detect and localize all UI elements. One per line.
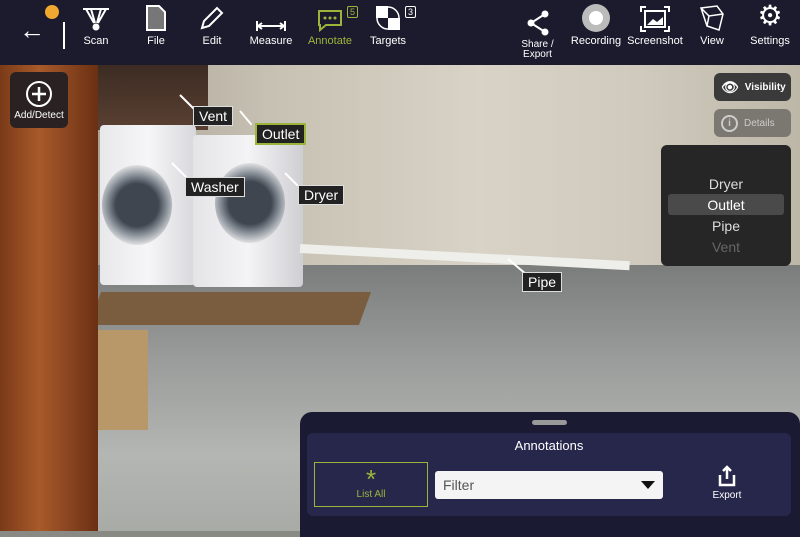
plus-circle-icon <box>26 80 52 107</box>
settings-label: Settings <box>750 35 790 47</box>
rug <box>88 292 372 325</box>
measure-button[interactable]: Measure <box>246 0 296 65</box>
picker-item-vent[interactable]: Vent <box>661 239 791 255</box>
annotation-dryer[interactable]: Dryer <box>298 185 345 205</box>
export-label: Export <box>712 490 742 501</box>
toolbar: ← Scan File Edit Measure Annotate 5 Targ… <box>0 0 800 65</box>
picker-item-pipe[interactable]: Pipe <box>661 218 791 234</box>
gear-icon: ⚙ <box>757 0 783 31</box>
upload-icon <box>718 465 736 487</box>
target-icon <box>374 0 402 36</box>
view-button[interactable]: View <box>692 0 732 65</box>
share-export-button[interactable]: Share / Export <box>515 0 560 65</box>
add-detect-label: Add/Detect <box>14 109 64 121</box>
picker-item-dryer[interactable]: Dryer <box>661 176 791 192</box>
share-icon <box>526 0 550 40</box>
divider <box>63 22 65 49</box>
status-dot <box>45 5 59 19</box>
pencil-icon <box>198 0 226 36</box>
targets-count-badge: 3 <box>405 6 417 18</box>
scan-label: Scan <box>83 35 109 47</box>
visibility-label: Visibility <box>744 81 786 93</box>
edit-label: Edit <box>202 35 222 47</box>
screenshot-icon <box>640 0 670 36</box>
targets-label: Targets <box>369 35 407 47</box>
visibility-button[interactable]: 👁 Visibility <box>714 73 791 101</box>
dropdown-arrow-icon <box>641 481 655 489</box>
file-button[interactable]: File <box>136 0 176 65</box>
measure-icon <box>256 0 286 36</box>
arrow-left-icon: ← <box>19 15 45 45</box>
screenshot-button[interactable]: Screenshot <box>627 0 683 65</box>
scan-button[interactable]: Scan <box>76 0 116 65</box>
annotate-label: Annotate <box>307 35 353 47</box>
edit-button[interactable]: Edit <box>192 0 232 65</box>
washer-model <box>100 125 196 285</box>
annotation-vent[interactable]: Vent <box>193 106 234 126</box>
filter-placeholder: Filter <box>443 477 475 493</box>
annotation-pipe[interactable]: Pipe <box>522 272 563 292</box>
share-export-label: Share / Export <box>521 39 554 60</box>
record-icon <box>582 0 610 36</box>
drag-handle[interactable] <box>532 420 567 425</box>
list-all-button[interactable]: * List All <box>314 462 428 507</box>
asterisk-icon: * <box>365 464 377 494</box>
file-label: File <box>147 35 165 47</box>
dryer-model <box>193 135 303 287</box>
filter-dropdown[interactable]: Filter <box>435 471 663 499</box>
recording-label: Recording <box>570 35 622 47</box>
details-button[interactable]: i Details <box>714 109 791 137</box>
annotation-outlet[interactable]: Outlet <box>255 123 307 145</box>
view-label: View <box>700 35 724 47</box>
annotation-washer[interactable]: Washer <box>185 177 245 197</box>
targets-button[interactable]: Targets <box>366 0 410 65</box>
scan-icon <box>81 0 111 36</box>
file-icon <box>145 0 167 36</box>
annotations-panel: Annotations * List All Filter Export <box>300 412 800 537</box>
floor-tile <box>98 330 148 430</box>
annotations-panel-body: Annotations * List All Filter Export <box>307 433 791 516</box>
annotation-picker[interactable]: Dryer Outlet Pipe Vent <box>661 145 791 266</box>
info-icon: i <box>721 114 738 132</box>
measure-label: Measure <box>249 35 293 47</box>
shelf <box>98 60 208 130</box>
dryer-door <box>215 163 285 243</box>
list-all-label: List All <box>356 489 386 500</box>
annotate-count-badge: 5 <box>347 6 359 18</box>
settings-button[interactable]: ⚙ Settings <box>748 0 792 65</box>
export-button[interactable]: Export <box>702 465 752 501</box>
washer-door <box>102 165 172 245</box>
eye-icon: 👁 <box>721 78 739 95</box>
screenshot-label: Screenshot <box>627 35 683 47</box>
cube-icon <box>699 0 725 36</box>
add-detect-button[interactable]: Add/Detect <box>10 72 68 128</box>
recording-button[interactable]: Recording <box>570 0 622 65</box>
panel-title: Annotations <box>514 438 584 453</box>
comment-icon <box>316 0 344 36</box>
details-label: Details <box>744 117 775 129</box>
wood-wall <box>0 60 98 531</box>
picker-item-outlet[interactable]: Outlet <box>661 197 791 213</box>
